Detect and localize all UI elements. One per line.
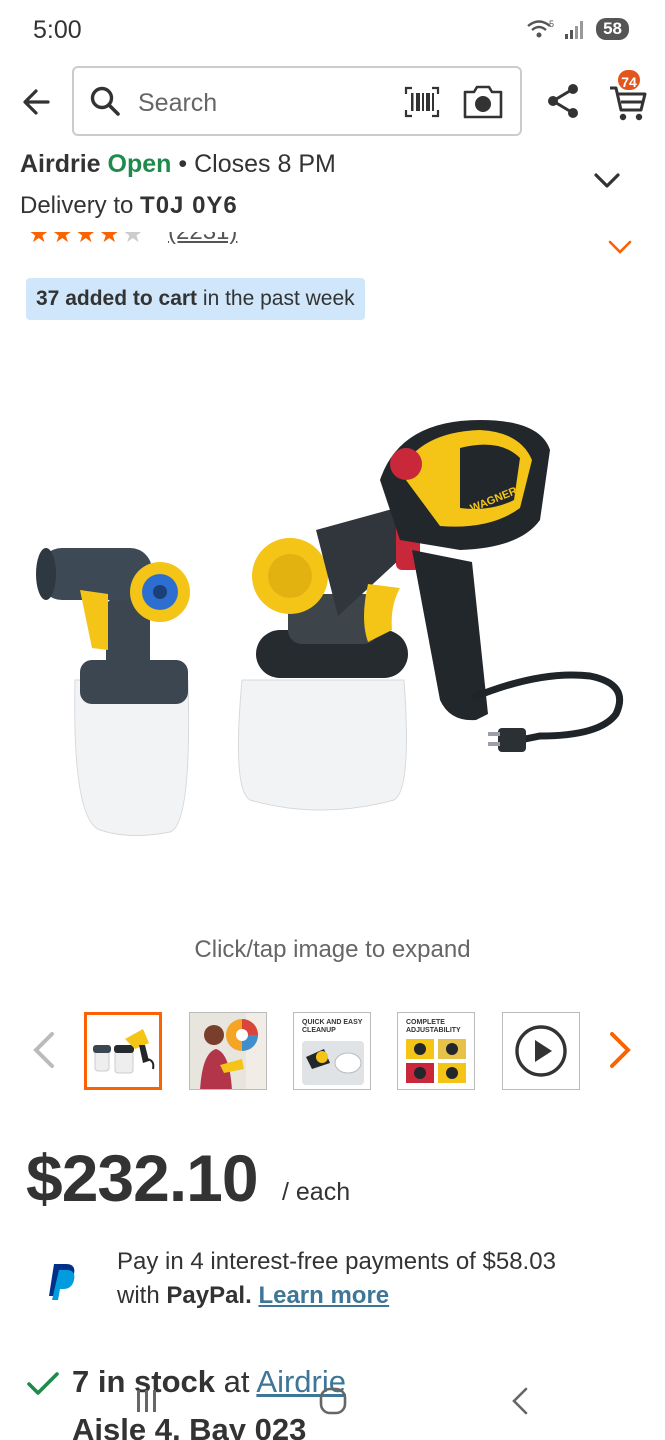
paypal-brand: PayPal. (166, 1282, 252, 1309)
stock-status-line: 7 in stock at Airdrie (72, 1364, 346, 1400)
store-selector[interactable]: Airdrie Open • Closes 8 PM Delivery to T… (0, 140, 665, 232)
svg-text:5: 5 (549, 19, 554, 29)
main-sprayer-illustration: WAGNER (237, 420, 624, 811)
search-placeholder: Search (138, 89, 218, 117)
cart-activity-badge: 37 added to cart in the past week (26, 278, 365, 320)
thumbnail-1[interactable] (84, 1012, 162, 1090)
cart-count-badge: 74 (616, 68, 642, 92)
paypal-icon (49, 1264, 75, 1300)
store-closing-time: Closes 8 PM (194, 150, 336, 178)
search-icon (90, 86, 120, 116)
cart-activity-count: 37 added to cart (36, 287, 198, 310)
nav-back-icon[interactable] (508, 1386, 532, 1416)
chevron-left-icon[interactable] (30, 1030, 58, 1070)
cart-button[interactable]: 74 (606, 68, 656, 122)
recent-apps-icon[interactable] (134, 1388, 160, 1414)
chevron-right-icon[interactable] (606, 1030, 634, 1070)
thumbnail-3[interactable]: QUICK AND EASY CLEANUP (293, 1012, 371, 1090)
play-icon (515, 1025, 567, 1077)
thumbnail-image (406, 1039, 466, 1083)
delivery-line: Delivery to T0J 0Y6 (20, 192, 238, 220)
store-name: Airdrie (20, 150, 101, 178)
home-icon[interactable] (318, 1386, 348, 1416)
share-icon[interactable] (544, 82, 582, 120)
delivery-postal-code: T0J 0Y6 (140, 192, 238, 219)
thumbnail-2[interactable] (189, 1012, 267, 1090)
rating-stars-icon: ★★★★★ (28, 232, 146, 248)
paypal-prefix: with (117, 1282, 160, 1309)
header: Search 74 (0, 64, 665, 140)
thumbnail-video[interactable] (502, 1012, 580, 1090)
battery-indicator: 58 (596, 18, 629, 40)
spare-container-illustration (36, 548, 190, 837)
thumbnail-image (190, 1013, 266, 1089)
camera-icon[interactable] (462, 82, 504, 120)
status-icons: 5 58 (526, 18, 629, 40)
cart-activity-suffix: in the past week (202, 287, 355, 310)
chevron-down-icon[interactable] (592, 170, 622, 192)
product-image[interactable]: WAGNER (20, 380, 645, 870)
expand-image-hint[interactable]: Click/tap image to expand (0, 936, 665, 964)
paypal-installments-text: Pay in 4 interest-free payments of $58.0… (117, 1248, 556, 1275)
status-time: 5:00 (33, 16, 82, 44)
aisle-location: Aisle 4, Bay 023 (72, 1412, 307, 1440)
check-icon (27, 1372, 59, 1395)
stock-at: at (223, 1364, 250, 1399)
price-unit: / each (282, 1178, 351, 1206)
search-input[interactable]: Search (72, 66, 522, 136)
delivery-label: Delivery to (20, 192, 134, 219)
signal-icon (565, 21, 584, 39)
store-separator: • (178, 150, 188, 178)
rating-count[interactable]: (2231) (168, 232, 237, 246)
store-status-line: Airdrie Open • Closes 8 PM (20, 150, 336, 179)
rating-row[interactable]: ★★★★★ (2231) (0, 232, 665, 260)
status-bar: 5:00 5 58 (0, 0, 665, 60)
thumbnail-carousel: QUICK AND EASY CLEANUP COMPLETE ADJUSTAB… (0, 1010, 665, 1092)
store-open-status: Open (107, 150, 172, 178)
thumbnail-image (302, 1041, 364, 1085)
learn-more-link[interactable]: Learn more (258, 1282, 389, 1309)
chevron-down-icon[interactable] (606, 238, 634, 258)
thumbnail-4[interactable]: COMPLETE ADJUSTABILITY (397, 1012, 475, 1090)
paypal-brand-line: with PayPal. Learn more (117, 1282, 389, 1310)
wifi-icon: 5 (527, 19, 554, 38)
back-arrow-icon[interactable] (18, 82, 58, 122)
product-price: $232.10 (26, 1141, 259, 1215)
barcode-icon[interactable] (404, 86, 440, 118)
thumbnail-image (93, 1029, 155, 1074)
